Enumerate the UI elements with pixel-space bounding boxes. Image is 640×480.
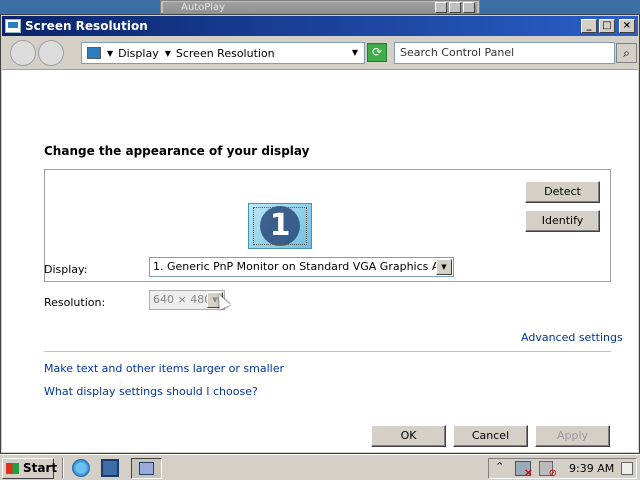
clock[interactable]: 9:39 AM <box>569 459 614 478</box>
identify-button[interactable]: Identify <box>525 210 600 232</box>
window-title: Screen Resolution <box>25 19 148 33</box>
search-icon[interactable]: ⌕ <box>616 43 637 63</box>
start-label: Start <box>23 461 58 475</box>
navigation-bar: ▼ Display ▼ Screen Resolution ▼ ⟳ Search… <box>2 37 638 68</box>
address-bar[interactable]: ▼ Display ▼ Screen Resolution ▼ <box>81 42 365 64</box>
minimize-button[interactable]: _ <box>581 19 597 33</box>
control-panel-icon <box>87 47 101 59</box>
volume-muted-icon[interactable] <box>539 461 557 479</box>
page-title: Change the appearance of your display <box>44 144 310 158</box>
resolution-dropdown-value: 640 × 480 <box>153 293 212 306</box>
maximize-button[interactable]: □ <box>599 19 615 33</box>
back-button[interactable] <box>10 40 36 66</box>
display-dropdown[interactable]: 1. Generic PnP Monitor on Standard VGA G… <box>149 257 454 277</box>
show-desktop-icon[interactable] <box>101 459 119 477</box>
resolution-dropdown[interactable]: 640 × 480 ▼ <box>149 290 225 310</box>
chevron-down-icon[interactable]: ▼ <box>352 48 358 57</box>
refresh-button[interactable]: ⟳ <box>367 43 387 62</box>
content-area: Change the appearance of your display 1 … <box>2 69 638 452</box>
detect-button[interactable]: Detect <box>525 181 600 203</box>
ok-button[interactable]: OK <box>371 425 446 447</box>
windows-logo-icon <box>6 463 19 474</box>
network-disconnected-icon[interactable] <box>515 461 533 479</box>
notification-icon[interactable] <box>621 462 633 475</box>
system-tray: ⌃ 9:39 AM <box>488 458 637 479</box>
internet-explorer-icon[interactable] <box>72 459 90 477</box>
divider <box>62 458 64 478</box>
chevron-up-icon[interactable]: ⌃ <box>495 460 504 473</box>
forward-button[interactable] <box>38 40 64 66</box>
background-window-controls <box>435 2 475 13</box>
text-size-link[interactable]: Make text and other items larger or smal… <box>44 362 284 375</box>
advanced-settings-link[interactable]: Advanced settings <box>521 331 623 344</box>
breadcrumb-arrow-icon[interactable]: ▼ <box>107 49 113 58</box>
display-settings-icon <box>139 462 154 475</box>
divider <box>44 351 611 352</box>
display-label: Display: <box>44 263 88 276</box>
monitor-1-tile[interactable]: 1 <box>248 203 312 249</box>
resolution-label: Resolution: <box>44 296 106 309</box>
start-button[interactable]: Start <box>2 458 58 479</box>
breadcrumb-arrow-icon[interactable]: ▼ <box>165 49 171 58</box>
display-settings-icon <box>5 19 21 33</box>
focus-rectangle <box>253 207 307 245</box>
search-input[interactable]: Search Control Panel <box>394 42 615 64</box>
display-help-link[interactable]: What display settings should I choose? <box>44 385 258 398</box>
taskbar-item-screen-resolution[interactable] <box>131 458 162 479</box>
breadcrumb-display[interactable]: Display <box>118 47 159 60</box>
screen-resolution-window: Screen Resolution _ □ × ▼ Display ▼ Scre… <box>0 14 640 454</box>
cancel-button[interactable]: Cancel <box>453 425 528 447</box>
apply-button[interactable]: Apply <box>535 425 610 447</box>
background-window-title: AutoPlay <box>163 2 477 14</box>
breadcrumb-screen-resolution[interactable]: Screen Resolution <box>176 47 275 60</box>
taskbar: Start ⌃ 9:39 AM <box>0 454 640 480</box>
display-dropdown-value: 1. Generic PnP Monitor on Standard VGA G… <box>153 260 454 273</box>
chevron-down-icon[interactable]: ▼ <box>436 259 452 275</box>
title-bar[interactable]: Screen Resolution _ □ × <box>2 16 638 36</box>
close-button[interactable]: × <box>619 19 635 33</box>
background-window: AutoPlay <box>160 0 480 14</box>
